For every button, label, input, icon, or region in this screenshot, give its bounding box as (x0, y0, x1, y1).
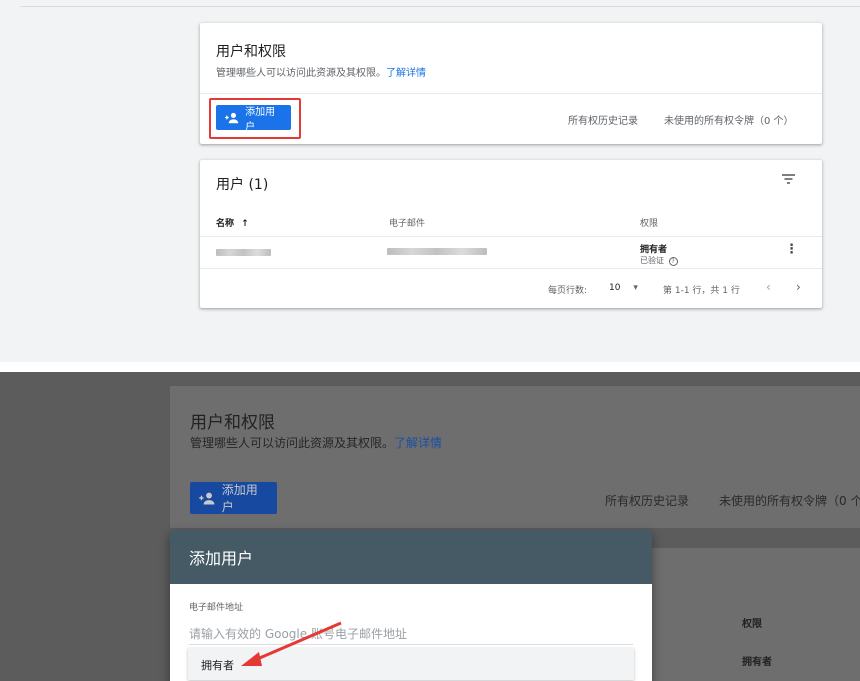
bg-card-title: 用户和权限 (190, 413, 275, 433)
add-person-icon (199, 492, 215, 504)
bottom-screenshot: 用户和权限 管理哪些人可以访问此资源及其权限。了解详情 添加用户 所有权历史记录… (0, 372, 860, 681)
verified-status: 已验证 ? (640, 255, 678, 266)
more-vert-icon[interactable]: ⋮ (785, 242, 798, 257)
bg-unused-tokens: 未使用的所有权令牌（0 个 (719, 494, 860, 508)
top-divider (20, 6, 860, 7)
users-card: 用户 (1) 名称 ↑ 电子邮件 权限 拥有者 已验证 ? ⋮ 每页行数: 10… (200, 160, 822, 308)
add-user-button[interactable]: 添加用户 (216, 105, 291, 133)
rows-per-page-value: 10 (609, 283, 621, 293)
chevron-left-icon[interactable]: ‹ (766, 280, 771, 294)
help-icon[interactable]: ? (668, 257, 678, 266)
bg-column-permission: 权限 (742, 619, 762, 630)
dialog-title: 添加用户 (170, 530, 652, 584)
ownership-history-link[interactable]: 所有权历史记录 (568, 112, 638, 127)
column-email-header: 电子邮件 (389, 219, 426, 229)
users-permissions-card: 用户和权限 管理哪些人可以访问此资源及其权限。了解详情 添加用户 所有权历史记录… (200, 23, 822, 144)
column-name-label: 名称 (216, 219, 235, 229)
pagination-range: 第 1-1 行，共 1 行 (663, 286, 740, 296)
add-person-icon (224, 112, 239, 123)
header-divider (200, 236, 822, 237)
learn-more-link[interactable]: 了解详情 (386, 68, 426, 79)
rows-per-page-label: 每页行数: (548, 286, 588, 296)
add-user-label: 添加用户 (245, 106, 276, 133)
bg-add-user-button: 添加用户 (190, 482, 277, 514)
arrow-annotation-icon (241, 621, 342, 666)
verified-label: 已验证 (640, 256, 664, 265)
bg-card-subtitle: 管理哪些人可以访问此资源及其权限。了解详情 (190, 434, 442, 451)
row-permission: 拥有者 (640, 245, 668, 255)
sort-up-icon[interactable]: ↑ (241, 219, 249, 229)
card-divider (200, 93, 822, 94)
unused-tokens-link[interactable]: 未使用的所有权令牌（0 个） (664, 112, 794, 127)
card-subtitle: 管理哪些人可以访问此资源及其权限。了解详情 (216, 64, 426, 79)
column-name-header[interactable]: 名称 ↑ (216, 216, 249, 229)
blurred-user-email (387, 248, 487, 255)
row-divider (200, 268, 822, 269)
chevron-right-icon[interactable]: › (796, 280, 801, 294)
bg-ownership-history: 所有权历史记录 (605, 494, 690, 508)
bg-learn-more-link: 了解详情 (394, 436, 443, 450)
filter-icon[interactable] (782, 174, 795, 184)
column-permission-header: 权限 (640, 219, 659, 229)
bg-row-permission: 拥有者 (742, 657, 772, 668)
bg-add-user-label: 添加用户 (221, 483, 258, 514)
blurred-user-name (216, 249, 271, 256)
dropdown-arrow-icon: ▾ (633, 283, 638, 293)
role-option-owner[interactable]: 拥有者 (201, 657, 234, 673)
subtitle-text: 管理哪些人可以访问此资源及其权限。 (216, 68, 386, 79)
users-title: 用户 (1) (216, 177, 269, 193)
rows-per-page-select[interactable]: 10 ▾ (609, 283, 638, 293)
bg-subtitle-text: 管理哪些人可以访问此资源及其权限。 (190, 436, 395, 450)
email-field-label: 电子邮件地址 (189, 603, 244, 613)
top-screenshot: 用户和权限 管理哪些人可以访问此资源及其权限。了解详情 添加用户 所有权历史记录… (0, 0, 860, 362)
card-title: 用户和权限 (216, 44, 286, 60)
